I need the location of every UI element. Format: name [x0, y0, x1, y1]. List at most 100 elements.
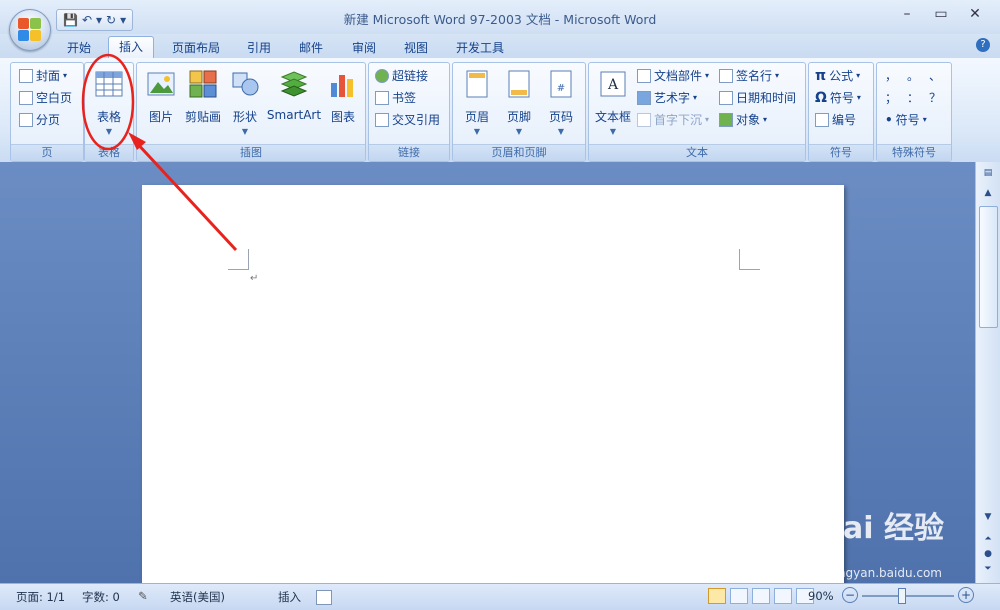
number-button[interactable]: 编号	[815, 110, 856, 130]
group-illustrations: 图片 剪贴画 形状 ▼ SmartArt 图表 插图	[136, 62, 366, 162]
tab-page-layout[interactable]: 页面布局	[165, 38, 227, 58]
colon-symbol[interactable]: ：	[907, 88, 919, 108]
scroll-down-icon[interactable]: ▼	[981, 512, 995, 522]
page-count[interactable]: 页面: 1/1	[16, 589, 65, 605]
header-dropdown-icon: ▼	[473, 127, 481, 136]
word-count[interactable]: 字数: 0	[82, 589, 120, 605]
ribbon-tabs: 开始 插入 页面布局 引用 邮件 审阅 视图 开发工具	[0, 34, 1000, 59]
page-number-icon: #	[550, 70, 572, 98]
group-symbols-label: 符号	[809, 144, 873, 161]
shapes-label: 形状	[232, 110, 257, 124]
comma-symbol[interactable]: ，	[885, 66, 897, 86]
scroll-thumb[interactable]	[979, 206, 998, 328]
zoom-level[interactable]: 90%	[808, 589, 834, 603]
semicolon-symbol[interactable]: ；	[885, 88, 897, 108]
tab-insert[interactable]: 插入	[108, 36, 154, 59]
zoom-in-icon[interactable]: +	[958, 587, 974, 603]
cover-page-label: 封面	[36, 69, 61, 83]
zoom-slider-track[interactable]	[862, 595, 954, 597]
header-button[interactable]: 页眉 ▼	[455, 69, 499, 136]
special-symbol-label: 符号	[895, 113, 920, 127]
number-icon	[815, 113, 829, 127]
scroll-up-icon[interactable]: ▲	[981, 188, 995, 198]
drop-cap-button[interactable]: 首字下沉 ▾	[637, 110, 709, 130]
page-number-button[interactable]: # 页码 ▼	[539, 69, 583, 136]
shapes-button[interactable]: 形状 ▼	[223, 69, 267, 136]
tab-mailings[interactable]: 邮件	[290, 38, 332, 58]
table-dropdown-icon: ▼	[105, 127, 113, 136]
picture-button[interactable]: 图片	[139, 69, 183, 125]
dot-icon: •	[885, 113, 893, 127]
vertical-scrollbar[interactable]: ▤ ▲ ▼ ⏶ ● ⏷	[975, 162, 1000, 583]
group-pages: 封面 ▾ 空白页 分页 页	[10, 62, 84, 162]
signature-line-button[interactable]: 签名行 ▾	[719, 66, 779, 86]
quick-parts-icon	[637, 69, 651, 83]
period-symbol[interactable]: 。	[907, 66, 919, 86]
next-page-icon[interactable]: ⏷	[981, 564, 995, 574]
wordart-label: 艺术字	[654, 91, 691, 105]
date-time-button[interactable]: 日期和时间	[719, 88, 796, 108]
symbol-button[interactable]: Ω 符号 ▾	[815, 88, 861, 108]
print-layout-view-icon[interactable]	[708, 588, 726, 604]
picture-icon	[147, 72, 175, 96]
wordart-button[interactable]: 艺术字 ▾	[637, 88, 697, 108]
tab-developer[interactable]: 开发工具	[448, 38, 512, 58]
zoom-slider-thumb[interactable]	[898, 588, 906, 604]
office-button[interactable]	[9, 9, 51, 51]
full-screen-reading-view-icon[interactable]	[730, 588, 748, 604]
quick-parts-button[interactable]: 文档部件 ▾	[637, 66, 709, 86]
table-button[interactable]: 表格 ▼	[87, 69, 131, 136]
zoom-out-icon[interactable]: −	[842, 587, 858, 603]
page-break-button[interactable]: 分页	[19, 110, 60, 130]
symbol-label: 符号	[829, 91, 854, 105]
chart-button[interactable]: 图表	[321, 69, 365, 125]
shapes-icon	[232, 72, 259, 96]
outline-view-icon[interactable]	[774, 588, 792, 604]
ruler-toggle-icon[interactable]: ▤	[981, 168, 995, 180]
question-symbol[interactable]: ？	[929, 88, 941, 108]
minimize-button[interactable]: –	[893, 6, 921, 22]
tab-home[interactable]: 开始	[58, 38, 100, 58]
footer-button[interactable]: 页脚 ▼	[497, 69, 541, 136]
pause-comma-symbol[interactable]: 、	[929, 66, 941, 86]
proofing-icon[interactable]: ✎	[138, 589, 154, 603]
number-label: 编号	[832, 113, 857, 127]
tab-review[interactable]: 审阅	[343, 38, 385, 58]
date-time-icon	[719, 91, 733, 105]
equation-button[interactable]: π 公式 ▾	[815, 66, 860, 86]
help-icon[interactable]: ?	[976, 38, 990, 52]
blank-page-label: 空白页	[36, 91, 73, 105]
close-button[interactable]: ✕	[961, 6, 989, 22]
office-logo-icon	[18, 18, 42, 42]
insert-mode[interactable]: 插入	[278, 589, 301, 605]
document-page[interactable]: ↵	[142, 185, 844, 585]
cover-page-button[interactable]: 封面 ▾	[19, 66, 67, 86]
hyperlink-button[interactable]: 超链接	[375, 66, 428, 86]
object-icon	[719, 113, 733, 127]
textbox-button[interactable]: A 文本框 ▼	[591, 69, 635, 136]
blank-page-button[interactable]: 空白页	[19, 88, 72, 108]
page-break-label: 分页	[36, 113, 61, 127]
macro-record-icon[interactable]	[316, 590, 332, 605]
previous-page-icon[interactable]: ⏶	[981, 534, 995, 544]
special-symbol-button[interactable]: • 符号 ▾	[885, 110, 927, 130]
tab-references[interactable]: 引用	[238, 38, 280, 58]
bookmark-button[interactable]: 书签	[375, 88, 416, 108]
group-links-label: 链接	[369, 144, 449, 161]
page-number-label: 页码	[548, 110, 573, 124]
browse-object-icon[interactable]: ●	[981, 549, 995, 559]
tab-view[interactable]: 视图	[395, 38, 437, 58]
restore-button[interactable]: ▭	[927, 6, 955, 22]
language-indicator[interactable]: 英语(美国)	[170, 589, 225, 605]
smartart-button[interactable]: SmartArt	[265, 69, 323, 122]
paragraph-mark: ↵	[250, 273, 259, 284]
web-layout-view-icon[interactable]	[752, 588, 770, 604]
clipart-button[interactable]: 剪贴画	[181, 69, 225, 125]
object-button[interactable]: 对象 ▾	[719, 110, 767, 130]
title-bar: 💾 ↶ ▾ ↻ ▾ 新建 Microsoft Word 97-2003 文档 -…	[0, 0, 1000, 34]
cover-page-icon	[19, 69, 33, 83]
group-symbols: π 公式 ▾ Ω 符号 ▾ 编号 符号	[808, 62, 874, 162]
signature-line-icon	[719, 69, 733, 83]
status-bar: 页面: 1/1 字数: 0 ✎ 英语(美国) 插入 90% − +	[0, 583, 1000, 610]
cross-reference-button[interactable]: 交叉引用	[375, 110, 440, 130]
